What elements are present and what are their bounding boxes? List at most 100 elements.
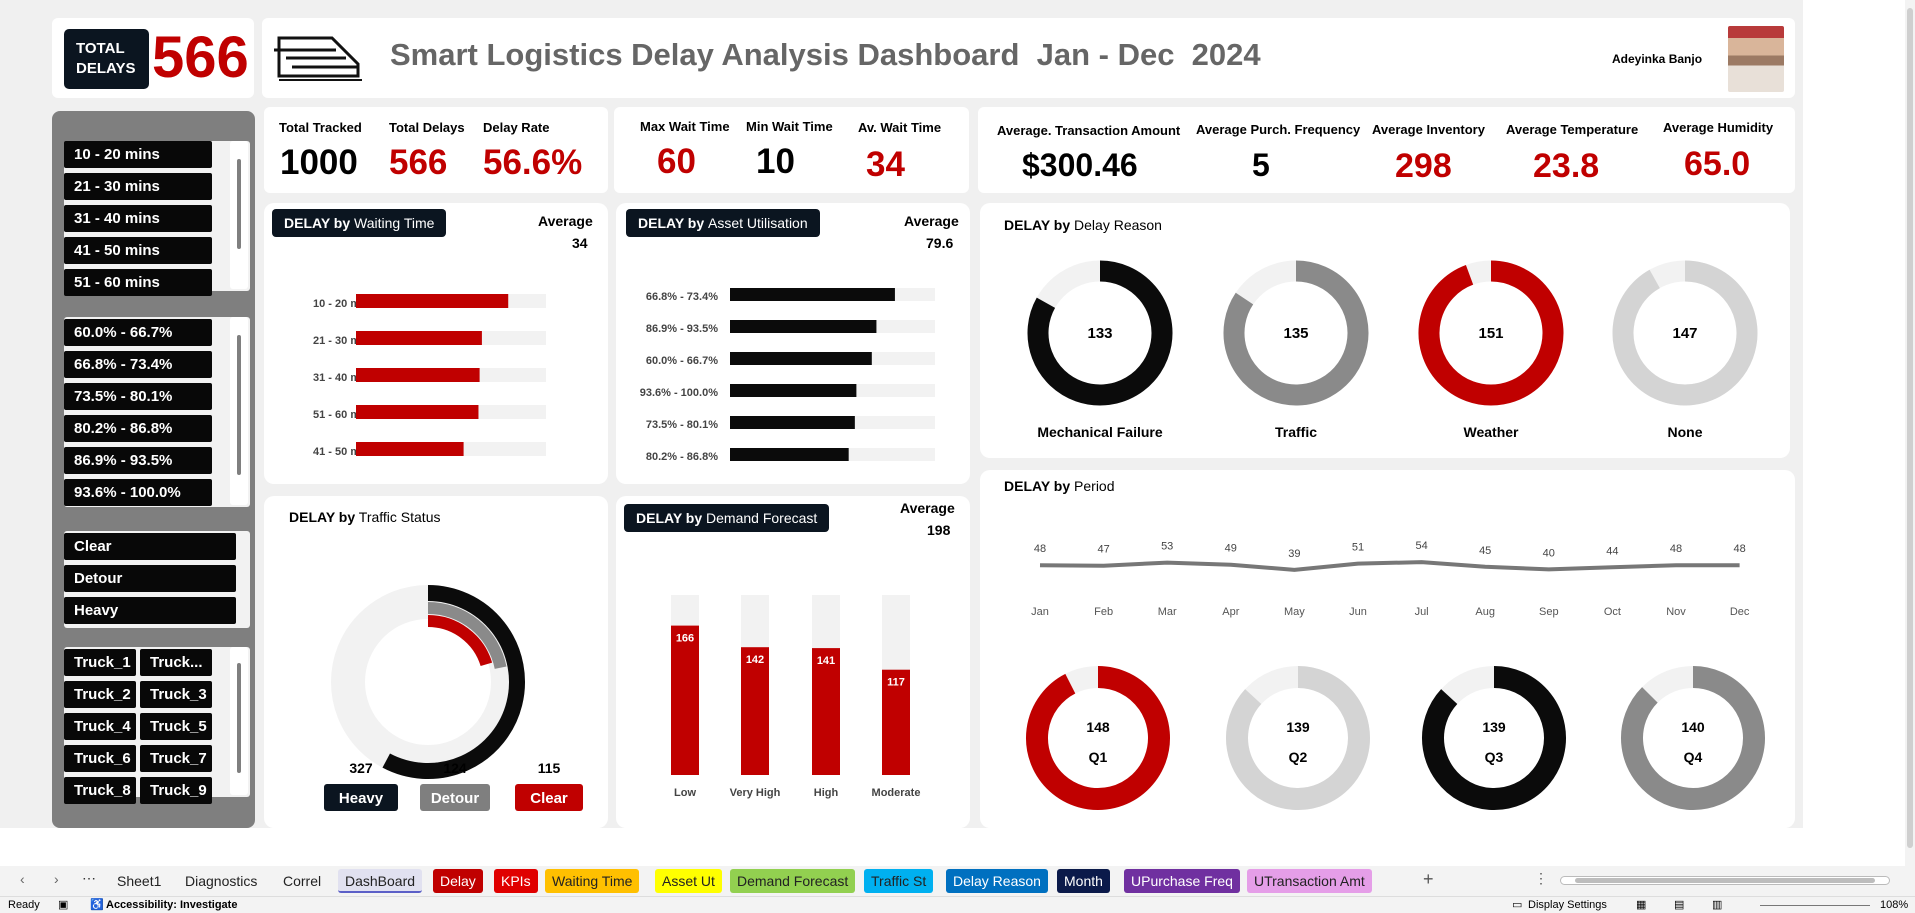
slicer-item[interactable]: Truck_9 bbox=[140, 777, 212, 804]
sheet-tab[interactable]: UTransaction Amt bbox=[1247, 869, 1372, 893]
accessibility-icon[interactable]: ♿ bbox=[90, 898, 104, 911]
slicer-item[interactable]: Truck_4 bbox=[64, 713, 136, 740]
sheet-tab[interactable]: KPIs bbox=[494, 869, 538, 893]
quarter-value: 148 bbox=[1086, 719, 1110, 735]
sheet-tab[interactable]: Asset Ut bbox=[655, 869, 722, 893]
slicer-item[interactable]: Clear bbox=[64, 533, 236, 560]
month-label: Mar bbox=[1158, 606, 1177, 618]
accessibility-status[interactable]: Accessibility: Investigate bbox=[106, 899, 237, 911]
asset-slicer-scrollbar[interactable] bbox=[230, 317, 248, 505]
slicer-item[interactable]: Truck_6 bbox=[64, 745, 136, 772]
min-wait-label: Min Wait Time bbox=[746, 119, 833, 134]
slicer-item[interactable]: 80.2% - 86.8% bbox=[64, 415, 212, 442]
bar-label: 60.0% - 66.7% bbox=[646, 355, 718, 367]
bar bbox=[730, 288, 895, 301]
sheet-tab[interactable]: Diagnostics bbox=[178, 869, 264, 893]
demand-forecast-chart: 166 Low 142 Very High 141 High 117 Moderate bbox=[671, 595, 920, 799]
slicer-item[interactable]: 51 - 60 mins bbox=[64, 269, 212, 296]
sheet-tab[interactable]: DashBoard bbox=[338, 869, 423, 893]
normal-view-icon[interactable]: ▦ bbox=[1636, 898, 1646, 911]
trend-line bbox=[1039, 560, 1740, 572]
sheet-tab[interactable]: Delay Reason bbox=[946, 869, 1048, 893]
slicer-item[interactable]: 60.0% - 66.7% bbox=[64, 319, 212, 346]
slicer-item[interactable]: Truck_3 bbox=[140, 681, 212, 708]
truck-slicer: Truck_1 Truck... Truck_2 Truck_3 Truck_4 Truc… bbox=[64, 647, 250, 804]
add-sheet-icon[interactable]: + bbox=[1423, 869, 1434, 890]
bar bbox=[356, 442, 464, 456]
macro-icon: ▣ bbox=[58, 899, 69, 911]
sheet-tab[interactable]: UPurchase Freq bbox=[1124, 869, 1240, 893]
page-break-icon[interactable]: ▥ bbox=[1712, 898, 1722, 911]
slicer-item[interactable]: 41 - 50 mins bbox=[64, 237, 212, 264]
bar bbox=[356, 368, 480, 382]
prev-sheet-icon[interactable]: ‹ bbox=[20, 871, 25, 887]
asset-util-panel: DELAY by Asset Utilisation Average 79.6 … bbox=[616, 203, 970, 484]
slicer-item[interactable]: 86.9% - 93.5% bbox=[64, 447, 212, 474]
slicer-item[interactable]: Truck... bbox=[140, 649, 212, 676]
truck-slicer-scrollbar[interactable] bbox=[230, 647, 248, 795]
waiting-slicer-scrollbar[interactable] bbox=[230, 141, 248, 289]
avg-wait-value: 34 bbox=[866, 145, 905, 184]
slicer-item[interactable]: 93.6% - 100.0% bbox=[64, 479, 212, 506]
max-wait-value: 60 bbox=[657, 142, 696, 181]
page-layout-icon[interactable]: ▤ bbox=[1674, 898, 1684, 911]
slicer-item[interactable]: 21 - 30 mins bbox=[64, 173, 212, 200]
asset-util-title: DELAY by Asset Utilisation bbox=[626, 209, 820, 237]
avg-humidity-value: 65.0 bbox=[1684, 145, 1751, 183]
slicer-item[interactable]: Truck_7 bbox=[140, 745, 212, 772]
display-settings[interactable]: Display Settings bbox=[1528, 899, 1607, 911]
bar bbox=[730, 320, 877, 333]
slicer-item[interactable]: 73.5% - 80.1% bbox=[64, 383, 212, 410]
horizontal-scrollbar[interactable] bbox=[1560, 876, 1890, 885]
sheet-tab[interactable]: Delay bbox=[433, 869, 483, 893]
zoom-level[interactable]: 108% bbox=[1880, 899, 1908, 911]
donut-value: 147 bbox=[1672, 325, 1697, 342]
slicer-item[interactable]: Detour bbox=[64, 565, 236, 592]
vertical-scrollbar[interactable] bbox=[1905, 0, 1915, 866]
excel-window: TOTAL DELAYS 566 Smart Logistics Delay A… bbox=[0, 0, 1915, 913]
delay-reason-title: DELAY by Delay Reason bbox=[1004, 217, 1162, 233]
traffic-value: 124 bbox=[443, 760, 467, 776]
slicer-item[interactable]: Truck_2 bbox=[64, 681, 136, 708]
slicer-panel: 10 - 20 mins 21 - 30 mins 31 - 40 mins 41 -… bbox=[52, 111, 255, 828]
slicer-item[interactable]: 10 - 20 mins bbox=[64, 141, 212, 168]
tabs-options-icon[interactable]: ⋮ bbox=[1534, 870, 1548, 887]
zoom-slider[interactable] bbox=[1760, 905, 1870, 906]
period-title-bold: DELAY by bbox=[1004, 478, 1071, 494]
month-label: Feb bbox=[1094, 606, 1113, 618]
slicer-item[interactable]: Truck_5 bbox=[140, 713, 212, 740]
sheet-tab[interactable]: Sheet1 bbox=[110, 869, 168, 893]
donut-value: 151 bbox=[1478, 325, 1503, 342]
column-value: 117 bbox=[887, 677, 905, 689]
more-sheets-icon[interactable]: ⋯ bbox=[82, 870, 96, 887]
slicer-item[interactable]: 31 - 40 mins bbox=[64, 205, 212, 232]
sheet-tabs-bar: ‹ › ⋯ Sheet1 Diagnostics Correl DashBoard De… bbox=[0, 866, 1915, 896]
next-sheet-icon[interactable]: › bbox=[54, 871, 59, 887]
column-value: 141 bbox=[817, 655, 835, 667]
quarter-label: Q1 bbox=[1089, 749, 1108, 765]
sheet-tab[interactable]: Traffic St bbox=[864, 869, 934, 893]
total-tracked-label: Total Tracked bbox=[279, 120, 362, 135]
avg-temp-value: 23.8 bbox=[1533, 147, 1600, 185]
waiting-avg-label: Average bbox=[538, 213, 593, 229]
title-bar: Smart Logistics Delay Analysis Dashboard… bbox=[262, 18, 1795, 98]
dashboard-title: Smart Logistics Delay Analysis Dashboard… bbox=[390, 37, 1261, 72]
slicer-item[interactable]: Truck_8 bbox=[64, 777, 136, 804]
delay-reason-panel: DELAY by Delay Reason 133 Mechanical Fail… bbox=[980, 203, 1790, 458]
total-delays-card: TOTAL DELAYS 566 bbox=[52, 18, 254, 98]
waiting-title-rest: Waiting Time bbox=[354, 215, 435, 231]
sheet-tab[interactable]: Demand Forecast bbox=[730, 869, 856, 893]
traffic-value: 115 bbox=[538, 760, 561, 776]
avg-temp-label: Average Temperature bbox=[1506, 122, 1639, 137]
sheet-tab[interactable]: Correl bbox=[276, 869, 328, 893]
slicer-item[interactable]: 66.8% - 73.4% bbox=[64, 351, 212, 378]
display-settings-icon[interactable]: ▭ bbox=[1512, 898, 1522, 911]
bar-label: 73.5% - 80.1% bbox=[646, 419, 718, 431]
demand-title-bold: DELAY by bbox=[636, 510, 703, 526]
sheet-tab[interactable]: Month bbox=[1057, 869, 1110, 893]
slicer-item[interactable]: Truck_1 bbox=[64, 649, 136, 676]
bar bbox=[356, 405, 479, 419]
slicer-item[interactable]: Heavy bbox=[64, 597, 236, 624]
sheet-tab[interactable]: Waiting Time bbox=[545, 869, 640, 893]
bar bbox=[730, 448, 849, 461]
